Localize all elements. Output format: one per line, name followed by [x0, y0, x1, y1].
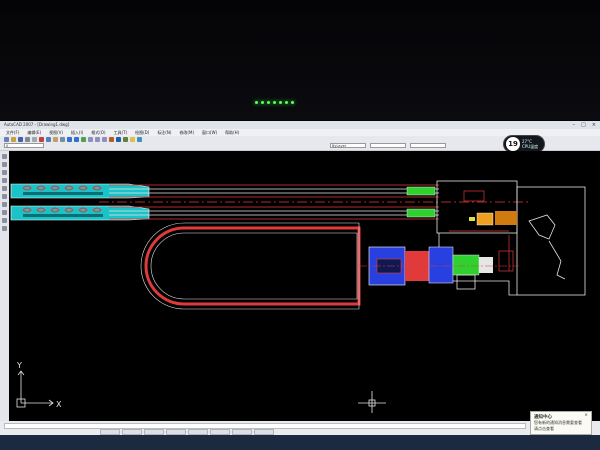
- cad-drawing: Y X: [10, 180, 586, 413]
- status-leds: [255, 101, 294, 104]
- menu-draw[interactable]: 绘图(D): [135, 129, 149, 136]
- toolbar-row-standard: [4, 137, 142, 142]
- led: [261, 101, 264, 104]
- gas-tube-loop: [140, 222, 361, 310]
- menu-tools[interactable]: 工具(T): [114, 129, 128, 136]
- notification-popup[interactable]: × 通知中心 您有新的通知消息需要查看 请点击查看: [530, 411, 592, 435]
- linetype-dropdown[interactable]: [370, 143, 406, 148]
- ucs-x-label: X: [56, 400, 62, 409]
- zoom-realtime-icon[interactable]: [88, 137, 93, 142]
- tool-palettes-icon[interactable]: [123, 137, 128, 142]
- close-button[interactable]: ×: [592, 121, 596, 129]
- temperature-badge: 19: [506, 137, 520, 151]
- hatch-icon[interactable]: [2, 218, 7, 223]
- new-icon[interactable]: [4, 137, 9, 142]
- taskbar: [0, 435, 600, 450]
- cut-icon[interactable]: [39, 137, 44, 142]
- lineweight-dropdown[interactable]: [410, 143, 446, 148]
- valve-assembly: [359, 246, 519, 290]
- polyline-icon[interactable]: [2, 162, 7, 167]
- notification-close-button[interactable]: ×: [584, 413, 588, 418]
- paste-icon[interactable]: [53, 137, 58, 142]
- menu-dimension[interactable]: 标注(N): [157, 129, 171, 136]
- pan-icon[interactable]: [81, 137, 86, 142]
- led: [291, 101, 294, 104]
- status-bar: [0, 421, 600, 435]
- upper-cylinder: [10, 183, 150, 199]
- maximize-button[interactable]: □: [581, 121, 586, 129]
- rectangle-icon[interactable]: [2, 178, 7, 183]
- monitor-bezel: [0, 0, 600, 120]
- menu-help[interactable]: 帮助(H): [225, 129, 239, 136]
- undo-icon[interactable]: [67, 137, 72, 142]
- app-title: AutoCAD 2007 - [Drawing1.dwg]: [4, 122, 70, 127]
- menu-view[interactable]: 视图(V): [49, 129, 63, 136]
- window-controls: – □ ×: [573, 121, 596, 129]
- ellipse-icon[interactable]: [2, 210, 7, 215]
- temperature-label: CPU温度: [522, 144, 539, 149]
- lower-cylinder: [10, 205, 150, 221]
- calculator-icon[interactable]: [130, 137, 135, 142]
- led: [273, 101, 276, 104]
- screen: AutoCAD 2007 - [Drawing1.dwg] – □ × 文件(F…: [0, 121, 600, 450]
- line-icon[interactable]: [2, 154, 7, 159]
- help-icon[interactable]: [137, 137, 142, 142]
- polygon-icon[interactable]: [2, 170, 7, 175]
- spline-icon[interactable]: [2, 202, 7, 207]
- menu-format[interactable]: 格式(O): [91, 129, 105, 136]
- properties-icon[interactable]: [109, 137, 114, 142]
- zoom-previous-icon[interactable]: [102, 137, 107, 142]
- led: [279, 101, 282, 104]
- print-icon[interactable]: [25, 137, 30, 142]
- redo-icon[interactable]: [74, 137, 79, 142]
- layer-dropdown[interactable]: 0: [4, 143, 44, 148]
- barrels: [99, 184, 529, 220]
- lower-fitting: [406, 208, 436, 218]
- notification-line-2: 请点击查看: [534, 426, 554, 431]
- match-properties-icon[interactable]: [60, 137, 65, 142]
- open-icon[interactable]: [11, 137, 16, 142]
- copy-icon[interactable]: [46, 137, 51, 142]
- circle-icon[interactable]: [2, 194, 7, 199]
- save-icon[interactable]: [18, 137, 23, 142]
- ucs-y-label: Y: [16, 361, 22, 370]
- preview-icon[interactable]: [32, 137, 37, 142]
- menu-window[interactable]: 窗口(W): [202, 129, 217, 136]
- led: [255, 101, 258, 104]
- menu-edit[interactable]: 编辑(E): [27, 129, 41, 136]
- menu-modify[interactable]: 修改(M): [179, 129, 194, 136]
- led: [267, 101, 270, 104]
- color-dropdown[interactable]: ByLayer: [330, 143, 366, 148]
- upper-fitting: [406, 186, 436, 196]
- crosshair-cursor: [358, 391, 386, 413]
- menu-file[interactable]: 文件(F): [6, 129, 19, 136]
- led: [285, 101, 288, 104]
- menu-insert[interactable]: 插入(I): [71, 129, 83, 136]
- ucs-icon: [16, 370, 54, 408]
- zoom-window-icon[interactable]: [95, 137, 100, 142]
- minimize-button[interactable]: –: [573, 121, 576, 129]
- drawing-canvas[interactable]: Y X: [9, 151, 600, 421]
- text-icon[interactable]: [2, 226, 7, 231]
- design-center-icon[interactable]: [116, 137, 121, 142]
- arc-icon[interactable]: [2, 186, 7, 191]
- title-bar: AutoCAD 2007 - [Drawing1.dwg] – □ ×: [0, 121, 600, 129]
- draw-toolbar: [0, 151, 9, 421]
